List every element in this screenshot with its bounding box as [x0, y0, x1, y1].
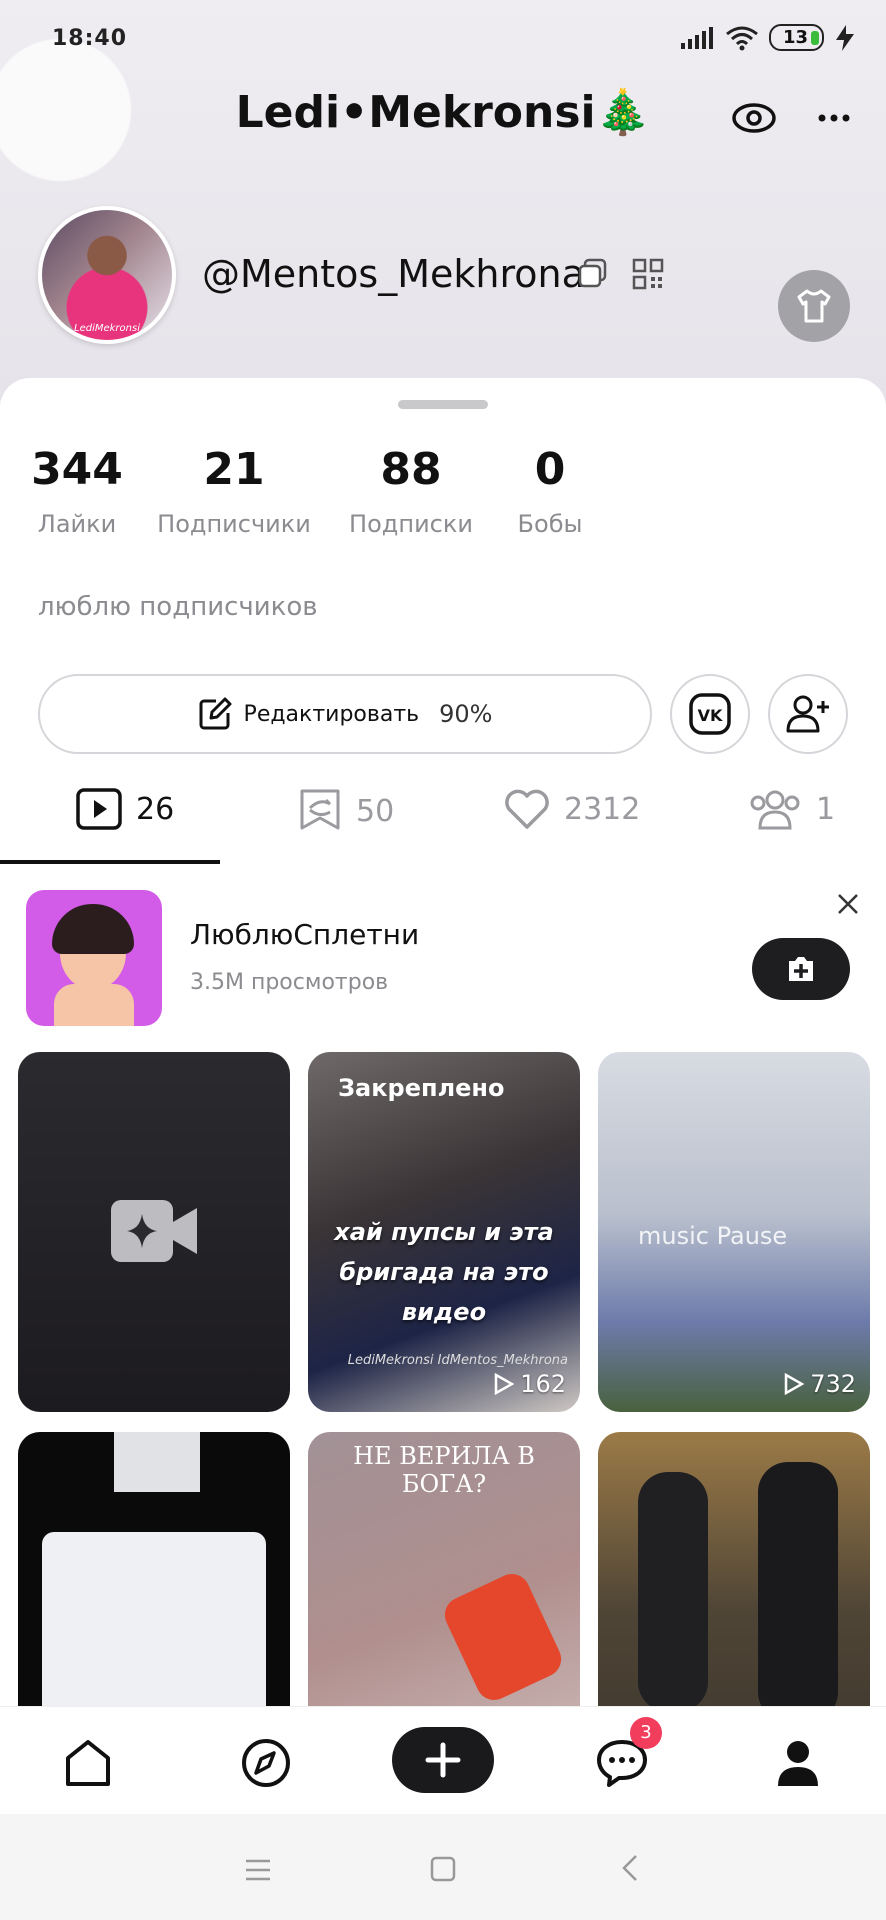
- play-icon: [784, 1373, 805, 1395]
- copy-icon[interactable]: [576, 256, 610, 290]
- add-video-icon: [789, 957, 813, 981]
- stat-following-value: 88: [380, 444, 442, 495]
- tab-likes-count: 2312: [564, 791, 641, 827]
- stat-followers-label: Подписчики: [157, 510, 311, 538]
- nav-discover[interactable]: [236, 1735, 296, 1791]
- compass-icon: [242, 1739, 290, 1787]
- wifi-icon: [726, 26, 758, 50]
- stat-beans-label: Бобы: [517, 510, 583, 538]
- vk-icon: VK: [689, 693, 731, 735]
- plus-icon: [425, 1742, 461, 1778]
- profile-completion: 90%: [439, 700, 493, 728]
- status-time: 18:40: [52, 26, 128, 51]
- signal-icon: [680, 26, 713, 49]
- back-icon[interactable]: [620, 1854, 640, 1882]
- stat-likes-value: 344: [31, 444, 123, 495]
- stats-row: 344 Лайки 21 Подписчики 88 Подписки 0 Бо…: [0, 448, 886, 558]
- video-screenshot-preview: [42, 1532, 266, 1732]
- video-watermark: LediMekronsi IdMentos_Mekhrona: [347, 1353, 568, 1368]
- nav-home[interactable]: [58, 1735, 118, 1791]
- tab-reposts-count: 50: [356, 793, 395, 829]
- heart-icon: [505, 789, 549, 829]
- stat-likes-label: Лайки: [37, 510, 117, 538]
- menu-icon[interactable]: [244, 1858, 272, 1882]
- battery-indicator: 13: [768, 24, 824, 51]
- tab-friends[interactable]: 1: [748, 788, 835, 830]
- stat-beans-value: 0: [534, 444, 566, 495]
- system-navigation-bar: [0, 1814, 886, 1920]
- play-icon: [494, 1373, 515, 1395]
- view-count: 732: [784, 1370, 856, 1398]
- edit-profile-button[interactable]: Редактировать 90%: [38, 674, 652, 754]
- camera-sparkle-icon: [111, 1200, 197, 1262]
- promo-thumbnail[interactable]: [26, 890, 162, 1026]
- promo-title: ЛюблюСплетни: [190, 918, 420, 951]
- tab-videos[interactable]: 26: [76, 788, 174, 830]
- create-video-tile[interactable]: [18, 1052, 290, 1412]
- video-tile[interactable]: music Pause 732: [598, 1052, 870, 1412]
- active-tab-indicator: [0, 860, 220, 864]
- friends-icon: [750, 790, 800, 830]
- more-options-icon[interactable]: [810, 94, 858, 142]
- promo-banner[interactable]: ЛюблюСплетни 3.5M просмотров: [0, 890, 886, 1030]
- video-overlay-text: хай пупсы и эта бригада на это видео: [334, 1218, 554, 1326]
- promo-figure-body: [54, 984, 134, 1026]
- view-count-value: 732: [810, 1370, 856, 1398]
- stat-followers-value: 21: [203, 444, 265, 495]
- stat-beans[interactable]: 0 Бобы: [500, 444, 600, 539]
- tab-friends-count: 1: [816, 791, 836, 827]
- stat-following[interactable]: 88 Подписки: [340, 444, 482, 539]
- stat-followers[interactable]: 21 Подписчики: [152, 444, 316, 539]
- qr-code-icon[interactable]: [632, 258, 664, 290]
- view-count-value: 162: [520, 1370, 566, 1398]
- promo-figure-hair: [52, 904, 134, 954]
- video-play-icon: [76, 788, 122, 830]
- nav-profile[interactable]: [768, 1735, 828, 1791]
- view-count: 162: [494, 1370, 566, 1398]
- home-square-icon[interactable]: [430, 1856, 456, 1882]
- edit-icon: [199, 697, 232, 730]
- avatar[interactable]: LediMekronsi: [38, 206, 176, 344]
- video-figure-left: [638, 1472, 708, 1712]
- video-figure-right: [758, 1462, 838, 1722]
- edit-label: Редактировать: [243, 701, 420, 727]
- promo-create-button[interactable]: [752, 938, 850, 1000]
- promo-subtitle: 3.5M просмотров: [190, 970, 389, 995]
- pinned-label: Закреплено: [338, 1074, 505, 1102]
- outfit-button[interactable]: [778, 270, 850, 342]
- svg-text:VK: VK: [698, 706, 723, 725]
- video-caption: НЕ ВЕРИЛА В БОГА?: [353, 1442, 535, 1498]
- tab-reposts[interactable]: 50: [298, 788, 394, 834]
- eye-icon[interactable]: [730, 94, 778, 142]
- bottom-navigation: 3: [0, 1706, 886, 1815]
- avatar-caption: LediMekronsi: [74, 323, 140, 334]
- video-object: [438, 1568, 568, 1706]
- charging-icon: [836, 24, 854, 51]
- tab-likes[interactable]: 2312: [504, 788, 640, 830]
- home-icon: [66, 1740, 110, 1786]
- messages-badge: 3: [630, 1717, 662, 1749]
- drag-handle[interactable]: [398, 400, 488, 409]
- battery-level: 13: [782, 27, 808, 48]
- tab-videos-count: 26: [136, 791, 175, 827]
- add-user-icon: [786, 695, 829, 733]
- profile-icon: [778, 1741, 818, 1786]
- bio-text: люблю подписчиков: [38, 592, 318, 622]
- add-friend-button[interactable]: [768, 674, 848, 754]
- content-tabs: 26 50 2312 1: [0, 770, 886, 862]
- repost-icon: [300, 789, 340, 830]
- username: @Mentos_Mekhrona: [202, 252, 585, 296]
- tshirt-icon: [797, 289, 831, 323]
- stat-following-label: Подписки: [349, 510, 473, 538]
- vk-button[interactable]: VK: [670, 674, 750, 754]
- video-screenshot-header: [114, 1432, 200, 1492]
- create-button[interactable]: [392, 1727, 494, 1793]
- video-tile[interactable]: Закреплено хай пупсы и эта бригада на эт…: [308, 1052, 580, 1412]
- close-icon[interactable]: [834, 890, 862, 918]
- stat-likes[interactable]: 344 Лайки: [22, 444, 132, 539]
- status-bar: 18:40 13: [0, 0, 886, 80]
- video-overlay-text: music Pause: [638, 1222, 788, 1250]
